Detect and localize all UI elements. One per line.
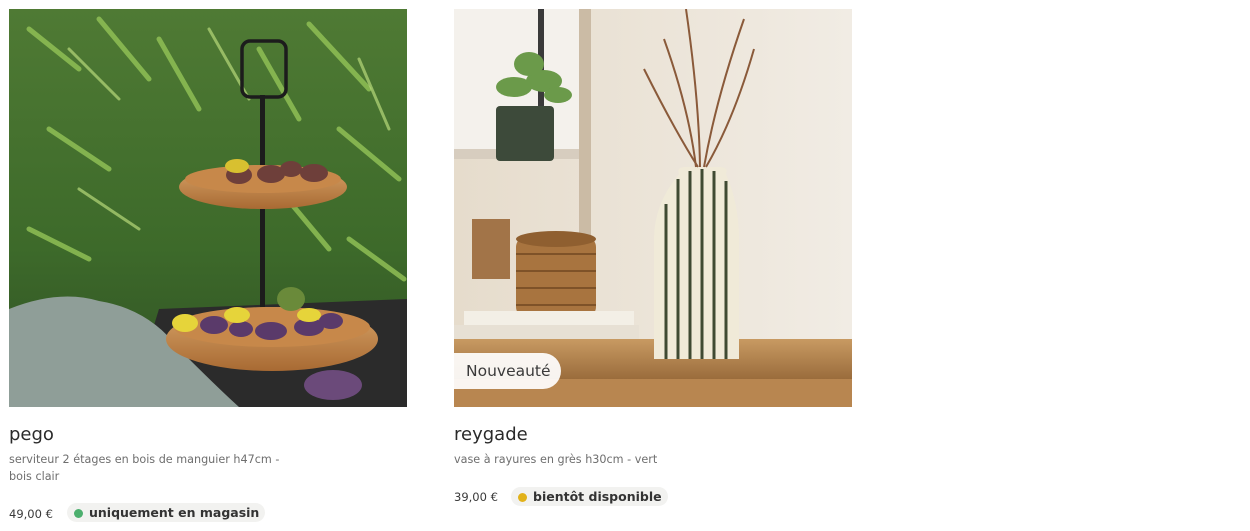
availability-badge: bientôt disponible bbox=[511, 487, 668, 506]
product-card-pego[interactable]: pego serviteur 2 étages en bois de mangu… bbox=[9, 9, 407, 522]
availability-label: uniquement en magasin bbox=[89, 505, 260, 520]
status-dot-icon bbox=[518, 493, 527, 502]
new-badge: Nouveauté bbox=[454, 353, 561, 389]
product-price: 49,00 € bbox=[9, 507, 53, 521]
product-image-pego[interactable] bbox=[9, 9, 407, 407]
status-dot-icon bbox=[74, 509, 83, 518]
product-price: 39,00 € bbox=[454, 490, 498, 504]
availability-badge: uniquement en magasin bbox=[67, 503, 266, 522]
product-title[interactable]: pego bbox=[9, 424, 54, 445]
product-title[interactable]: reygade bbox=[454, 424, 528, 445]
product-card-reygade[interactable]: Nouveauté reygade vase à rayures en grès… bbox=[454, 9, 852, 506]
availability-label: bientôt disponible bbox=[533, 489, 662, 504]
product-description: serviteur 2 étages en bois de manguier h… bbox=[9, 453, 280, 483]
product-image-reygade[interactable]: Nouveauté bbox=[454, 9, 852, 407]
product-description: vase à rayures en grès h30cm - vert bbox=[454, 453, 658, 466]
